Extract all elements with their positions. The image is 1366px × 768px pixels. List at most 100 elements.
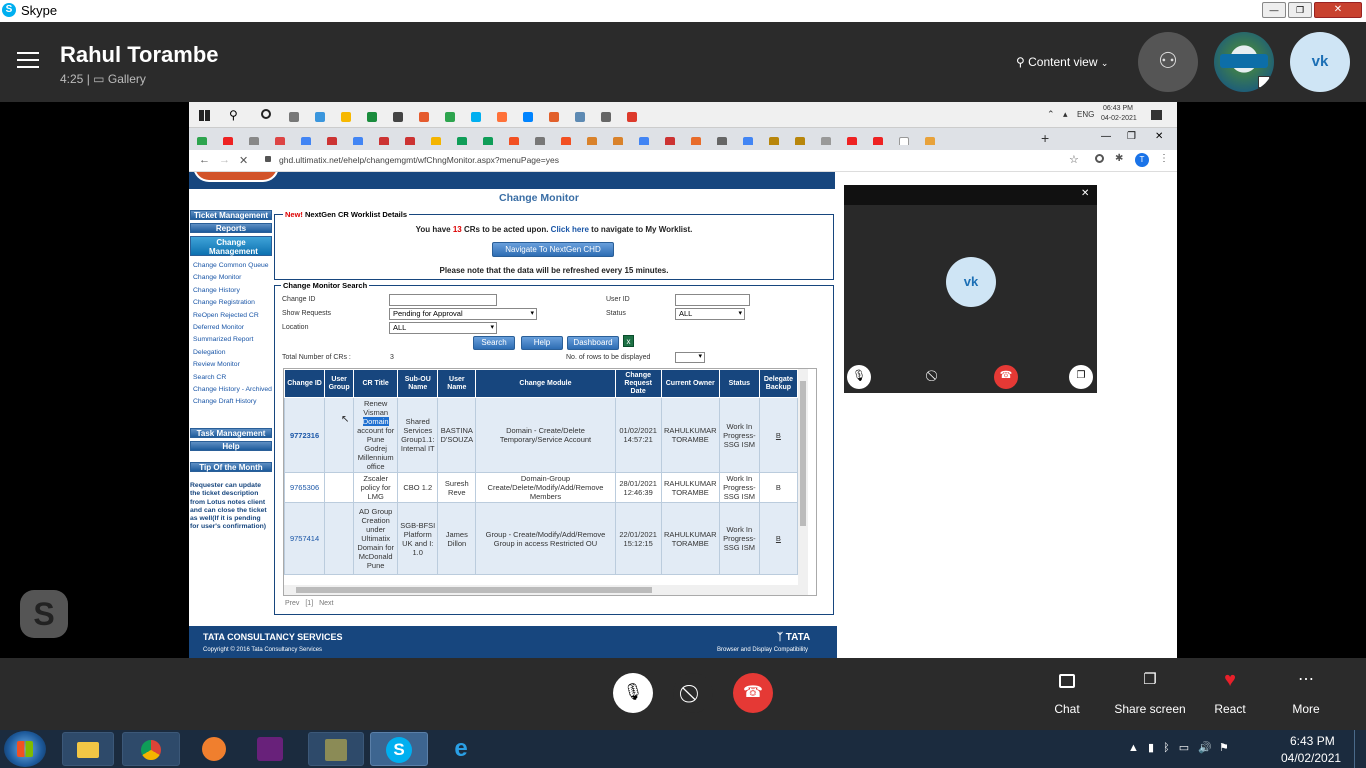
taskbar-tools-app[interactable] xyxy=(308,732,364,766)
col-user-group[interactable]: User Group xyxy=(324,369,355,398)
table-row[interactable]: 9757414 AD Group Creation under Ultimati… xyxy=(284,502,799,575)
user-id-input[interactable] xyxy=(675,294,750,306)
self-popout-button[interactable]: ❐ xyxy=(1069,365,1093,389)
nav-link-change-common-queue[interactable]: Change Common Queue xyxy=(193,262,273,270)
react-button[interactable]: ♥ React xyxy=(1204,670,1256,720)
taskbar-app-icons[interactable] xyxy=(289,108,719,124)
chevron-up-icon[interactable]: ⌃ xyxy=(1047,109,1055,120)
browser-maximize-icon[interactable]: ❐ xyxy=(1127,131,1136,142)
show-desktop-button[interactable] xyxy=(1354,730,1366,768)
browser-tab-icons[interactable] xyxy=(197,133,1017,145)
location-select[interactable]: ALL ▾ xyxy=(389,322,497,334)
grid-vertical-scrollbar[interactable] xyxy=(798,369,808,585)
browser-close-icon[interactable]: ✕ xyxy=(1155,131,1163,142)
grid-horizontal-scrollbar[interactable] xyxy=(284,585,808,595)
table-row[interactable]: 9765306 Zscaler policy for LMG CBO 1.2 S… xyxy=(284,472,799,503)
browser-minimize-icon[interactable]: — xyxy=(1101,131,1111,142)
taskbar-visual-studio[interactable] xyxy=(244,732,296,766)
new-tab-icon[interactable]: + xyxy=(1041,130,1049,146)
nav-link-search-cr[interactable]: Search CR xyxy=(193,374,273,382)
pager-prev[interactable]: Prev xyxy=(285,600,299,607)
taskbar-pen-app[interactable] xyxy=(188,732,240,766)
delegate-link[interactable]: B xyxy=(758,502,799,575)
col-change-module[interactable]: Change Module xyxy=(475,369,616,398)
rows-displayed-select[interactable]: ▾ xyxy=(675,352,705,363)
browser-tabstrip[interactable]: + — ❐ ✕ xyxy=(189,128,1177,150)
back-icon[interactable]: ← xyxy=(199,154,210,166)
col-delegate-backup[interactable]: Delegate Backup xyxy=(758,369,799,398)
help-button[interactable]: Help xyxy=(521,336,563,350)
end-call-button[interactable]: ☎ xyxy=(733,673,773,713)
excel-export-icon[interactable]: x xyxy=(623,335,634,347)
col-change-request-date[interactable]: Change Request Date xyxy=(614,369,662,398)
change-id-link[interactable]: 9772316 xyxy=(284,397,326,473)
bluetooth-icon[interactable]: ᛒ xyxy=(1163,742,1170,754)
show-hidden-icons[interactable]: ▲ xyxy=(1128,742,1139,754)
table-row[interactable]: 9772316 Renew Visman Domain account for … xyxy=(284,397,799,473)
change-id-link[interactable]: 9765306 xyxy=(284,472,326,503)
grid-vertical-thumb[interactable] xyxy=(800,381,806,526)
search-button[interactable]: Search xyxy=(473,336,515,350)
nav-change-management[interactable]: Change Management xyxy=(190,236,272,256)
share-screen-button[interactable]: ❐ Share screen xyxy=(1112,670,1188,720)
network-icon[interactable]: ▴ xyxy=(1063,109,1068,120)
taskbar-clock-date[interactable]: 04/02/2021 xyxy=(1281,751,1341,765)
change-id-input[interactable] xyxy=(389,294,497,306)
nav-task-management[interactable]: Task Management xyxy=(190,428,272,438)
col-sub-ou-name[interactable]: Sub-OU Name xyxy=(397,369,439,398)
bookmark-star-icon[interactable]: ☆ xyxy=(1069,153,1079,166)
remote-language[interactable]: ENG xyxy=(1077,110,1094,119)
taskbar-explorer[interactable] xyxy=(62,732,114,766)
maximize-button[interactable]: ❐ xyxy=(1288,2,1312,18)
col-user-name[interactable]: User Name xyxy=(437,369,477,398)
navigate-nextgen-button[interactable]: Navigate To NextGen CHD xyxy=(492,242,614,257)
nav-help[interactable]: Help xyxy=(190,441,272,451)
start-button[interactable] xyxy=(4,731,46,767)
pager-next[interactable]: Next xyxy=(319,600,333,607)
browser-menu-icon[interactable]: ⋮ xyxy=(1159,153,1169,164)
nav-ticket-management[interactable]: Ticket Management xyxy=(190,210,272,220)
participant-avatar[interactable]: vk xyxy=(1290,32,1350,92)
taskbar-chrome[interactable] xyxy=(122,732,180,766)
nav-link-reopen-rejected-cr[interactable]: ReOpen Rejected CR xyxy=(193,312,273,320)
nav-link-delegation[interactable]: Delegation xyxy=(193,349,273,357)
flag-icon[interactable]: ⚑ xyxy=(1219,742,1229,754)
power-icon[interactable]: ▭ xyxy=(1179,742,1189,754)
taskbar-internet-explorer[interactable]: e xyxy=(434,732,488,766)
nav-link-change-monitor[interactable]: Change Monitor xyxy=(193,274,273,282)
col-cr-title[interactable]: CR Title xyxy=(353,369,399,398)
self-mic-button[interactable]: 🎙 xyxy=(847,365,871,389)
search-icon[interactable]: ⚲ xyxy=(229,108,238,122)
nav-link-summarized-report[interactable]: Summarized Report xyxy=(193,336,273,344)
col-status[interactable]: Status xyxy=(718,369,760,398)
notification-icon[interactable] xyxy=(1151,110,1162,120)
windows-start-icon[interactable] xyxy=(199,110,210,121)
self-video-close-icon[interactable]: ✕ xyxy=(1081,188,1089,199)
change-id-link[interactable]: 9757414 xyxy=(284,502,326,575)
delegate-link[interactable]: B xyxy=(758,472,799,503)
footer-compat-link[interactable]: Browser and Display Compatibility xyxy=(717,647,808,653)
taskbar-skype[interactable]: S xyxy=(370,732,428,766)
video-toggle-button[interactable]: ⃠ xyxy=(673,673,713,713)
participant-avatar-logo[interactable] xyxy=(1214,32,1274,92)
volume-icon[interactable]: 🔊 xyxy=(1198,742,1212,754)
mute-button[interactable]: 🎙 xyxy=(613,673,653,713)
nav-link-deferred-monitor[interactable]: Deferred Monitor xyxy=(193,324,273,332)
forward-icon[interactable]: → xyxy=(219,154,230,166)
show-requests-select[interactable]: Pending for Approval ▾ xyxy=(389,308,537,320)
stop-icon[interactable]: ✕ xyxy=(239,154,248,167)
puzzle-icon[interactable]: ✱ xyxy=(1115,153,1123,164)
self-video-toggle-button[interactable]: ⃠ xyxy=(922,365,946,389)
pager-current[interactable]: [1] xyxy=(305,600,313,607)
signal-icon[interactable]: ▮ xyxy=(1148,742,1154,754)
minimize-button[interactable]: — xyxy=(1262,2,1286,18)
delegate-link[interactable]: B xyxy=(758,397,799,473)
nav-link-change-history-archived[interactable]: Change History - Archived xyxy=(193,386,273,394)
status-select[interactable]: ALL ▾ xyxy=(675,308,745,320)
more-button[interactable]: ⋯ More xyxy=(1280,670,1332,720)
nav-link-change-history[interactable]: Change History xyxy=(193,287,273,295)
grid-horizontal-thumb[interactable] xyxy=(296,587,652,593)
menu-icon[interactable] xyxy=(17,47,39,73)
nav-link-change-draft-history[interactable]: Change Draft History xyxy=(193,398,273,406)
dashboard-button[interactable]: Dashboard xyxy=(567,336,619,350)
